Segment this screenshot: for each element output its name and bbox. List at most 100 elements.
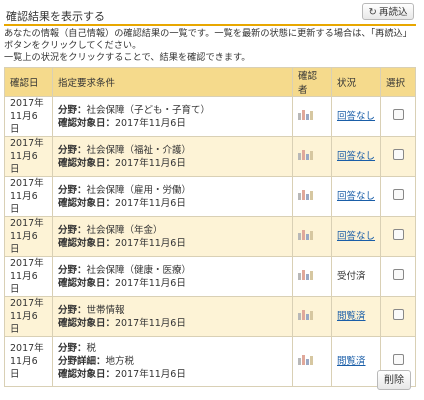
table-header-row: 確認日 指定要求条件 確認者 状況 選択 xyxy=(4,67,416,97)
select-cell xyxy=(380,96,416,137)
date-day: 11月6日 xyxy=(10,231,38,255)
status-link[interactable]: 閲覧済 xyxy=(337,356,366,367)
condition-cell: 分野：税 分野詳細：地方税 確認対象日：2017年11月6日 xyxy=(52,336,293,387)
field-value: 社会保障（雇用・労働） xyxy=(86,184,192,196)
confirmer-cell xyxy=(292,96,332,137)
status-text: 受付済 xyxy=(337,271,366,282)
table-row: 2017年 11月6日 分野：税 分野詳細：地方税 確認対象日：2017年11月6日 閲覧… xyxy=(4,336,416,387)
target-line: 確認対象日：2017年11月6日 xyxy=(58,277,287,290)
status-cell[interactable]: 閲覧済 xyxy=(331,296,381,337)
target-value: 2017年11月6日 xyxy=(115,197,186,209)
detail-label: 分野詳細： xyxy=(58,356,106,367)
date-year: 2017年 xyxy=(10,218,44,229)
date-year: 2017年 xyxy=(10,98,44,109)
select-checkbox[interactable] xyxy=(392,229,404,240)
status-link[interactable]: 回答なし xyxy=(337,111,375,122)
table-row: 2017年 11月6日 分野：社会保障（健康・医療） 確認対象日：2017年11月6日… xyxy=(4,256,416,297)
delete-button[interactable]: 削除 xyxy=(377,370,411,390)
target-label: 確認対象日： xyxy=(58,117,116,129)
select-checkbox[interactable] xyxy=(392,109,404,120)
confirmer-cell xyxy=(292,296,332,337)
select-cell xyxy=(380,176,416,217)
date-cell: 2017年 11月6日 xyxy=(4,176,53,217)
select-cell xyxy=(380,136,416,177)
date-cell: 2017年 11月6日 xyxy=(4,216,53,257)
date-cell: 2017年 11月6日 xyxy=(4,96,53,137)
target-label: 確認対象日： xyxy=(58,197,116,209)
select-cell xyxy=(380,256,416,297)
header-date: 確認日 xyxy=(4,67,53,97)
date-cell: 2017年 11月6日 xyxy=(4,296,53,337)
date-year: 2017年 xyxy=(10,138,44,149)
detail-value: 地方税 xyxy=(105,356,135,367)
select-checkbox[interactable] xyxy=(392,309,404,320)
field-line: 分野：社会保障（子ども・子育て） xyxy=(58,104,287,117)
status-link[interactable]: 閲覧済 xyxy=(337,311,366,322)
target-value: 2017年11月6日 xyxy=(115,117,186,129)
field-label: 分野： xyxy=(58,264,87,276)
date-year: 2017年 xyxy=(10,178,44,189)
confirmer-avatar-icon xyxy=(298,269,313,280)
target-value: 2017年11月6日 xyxy=(115,237,186,249)
date-day: 11月6日 xyxy=(10,191,38,215)
field-label: 分野： xyxy=(58,224,87,236)
status-cell[interactable]: 回答なし xyxy=(331,216,381,257)
confirmer-cell xyxy=(292,256,332,297)
date-cell: 2017年 11月6日 xyxy=(4,256,53,297)
status-link[interactable]: 回答なし xyxy=(337,231,375,242)
field-line: 分野：世帯情報 xyxy=(58,304,287,317)
confirmer-avatar-icon xyxy=(298,149,313,160)
date-day: 11月6日 xyxy=(10,356,38,380)
select-checkbox[interactable] xyxy=(392,269,404,280)
description-line-3: 一覧上の状況をクリックすることで、結果を確認できます。 xyxy=(4,52,251,63)
target-label: 確認対象日： xyxy=(58,317,116,329)
field-value: 社会保障（福祉・介護） xyxy=(86,144,192,156)
date-day: 11月6日 xyxy=(10,311,38,335)
field-line: 分野：社会保障（福祉・介護） xyxy=(58,144,287,157)
status-cell[interactable]: 閲覧済 xyxy=(331,336,381,387)
target-line: 確認対象日：2017年11月6日 xyxy=(58,197,287,210)
description-line-1: あなたの情報（自己情報）の確認結果の一覧です。一覧を最新の状態に更新する場合は、… xyxy=(4,28,412,39)
status-link[interactable]: 回答なし xyxy=(337,191,375,202)
status-cell[interactable]: 回答なし xyxy=(331,136,381,177)
confirmer-cell xyxy=(292,336,332,387)
field-label: 分野： xyxy=(58,144,87,156)
select-checkbox[interactable] xyxy=(392,354,404,365)
confirmer-avatar-icon xyxy=(298,309,313,320)
date-cell: 2017年 11月6日 xyxy=(4,136,53,177)
status-link[interactable]: 回答なし xyxy=(337,151,375,162)
header-condition: 指定要求条件 xyxy=(52,67,293,97)
table-row: 2017年 11月6日 分野：社会保障（福祉・介護） 確認対象日：2017年11月6日… xyxy=(4,136,416,177)
select-cell xyxy=(380,216,416,257)
reload-button[interactable]: ↻ 再読込 xyxy=(362,3,414,20)
field-line: 分野：社会保障（健康・医療） xyxy=(58,264,287,277)
status-cell[interactable]: 回答なし xyxy=(331,96,381,137)
select-checkbox[interactable] xyxy=(392,149,404,160)
confirmer-avatar-icon xyxy=(298,229,313,240)
target-label: 確認対象日： xyxy=(58,369,116,380)
detail-line: 分野詳細：地方税 xyxy=(58,355,287,368)
condition-cell: 分野：社会保障（年金） 確認対象日：2017年11月6日 xyxy=(52,216,293,257)
target-value: 2017年11月6日 xyxy=(115,369,186,380)
date-year: 2017年 xyxy=(10,343,44,354)
field-value: 社会保障（子ども・子育て） xyxy=(86,104,211,116)
field-value: 社会保障（年金） xyxy=(86,224,163,236)
field-label: 分野： xyxy=(58,184,87,196)
results-table: 確認日 指定要求条件 確認者 状況 選択 2017年 11月6日 分野：社会保障（子… xyxy=(4,67,416,387)
field-line: 分野：社会保障（雇用・労働） xyxy=(58,184,287,197)
date-day: 11月6日 xyxy=(10,271,38,295)
field-value: 世帯情報 xyxy=(86,304,125,316)
status-cell: 受付済 xyxy=(331,256,381,297)
date-day: 11月6日 xyxy=(10,151,38,175)
select-checkbox[interactable] xyxy=(392,189,404,200)
status-cell[interactable]: 回答なし xyxy=(331,176,381,217)
select-cell xyxy=(380,296,416,337)
table-row: 2017年 11月6日 分野：社会保障（雇用・労働） 確認対象日：2017年11月6日… xyxy=(4,176,416,217)
refresh-icon: ↻ xyxy=(368,7,377,18)
field-value: 社会保障（健康・医療） xyxy=(86,264,192,276)
confirmer-cell xyxy=(292,176,332,217)
description: あなたの情報（自己情報）の確認結果の一覧です。一覧を最新の状態に更新する場合は、… xyxy=(4,28,418,64)
field-label: 分野： xyxy=(58,104,87,116)
table-row: 2017年 11月6日 分野：世帯情報 確認対象日：2017年11月6日 閲覧済 xyxy=(4,296,416,337)
page-header: 確認結果を表示する ↻ 再読込 xyxy=(4,2,416,26)
